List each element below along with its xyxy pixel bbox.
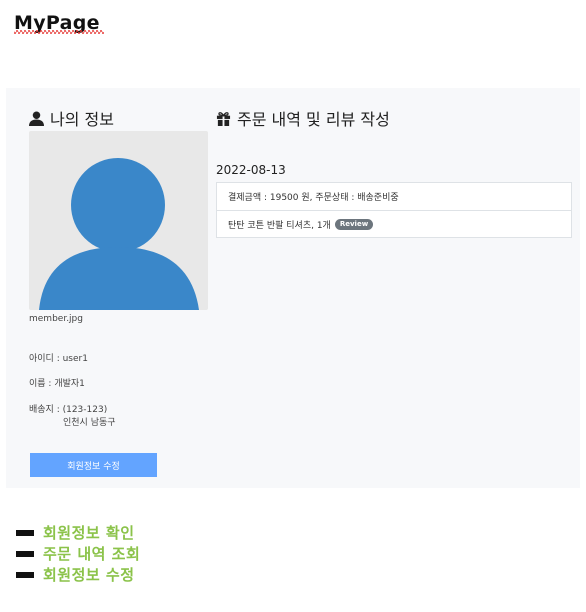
mypage-menu: 회원정보 확인 주문 내역 조회 회원정보 수정 [16,522,140,585]
shipping-address-detail: 인천시 남동구 [63,418,116,428]
shipping-address: 배송지 : (123-123) [29,405,108,415]
gift-icon [216,111,231,126]
menu-item-profile-view[interactable]: 회원정보 확인 [16,522,140,543]
menu-item-profile-edit[interactable]: 회원정보 수정 [16,564,140,585]
edit-profile-button[interactable]: 회원정보 수정 [30,453,157,477]
menu-item-label: 회원정보 수정 [43,566,135,584]
order-summary: 결제금액 : 19500 원, 주문상태 : 배송준비중 [217,183,571,210]
spellcheck-underline [14,30,104,34]
bullet-bar-icon [16,529,34,536]
menu-item-label: 주문 내역 조회 [43,545,141,563]
profile-section-title: 나의 정보 [50,110,114,129]
orders-section-header: 주문 내역 및 리뷰 작성 [216,106,390,130]
order-item-text: 탄탄 코튼 반팔 티셔츠, 1개 [228,220,331,231]
order-item: 탄탄 코튼 반팔 티셔츠, 1개 Review [217,210,571,237]
order-list: 결제금액 : 19500 원, 주문상태 : 배송준비중 탄탄 코튼 반팔 티셔… [216,182,572,238]
order-date: 2022-08-13 [216,163,286,177]
profile-photo [29,131,208,310]
menu-item-label: 회원정보 확인 [43,524,135,542]
bullet-bar-icon [16,571,34,578]
user-id: 아이디 : user1 [29,354,88,364]
menu-item-order-history[interactable]: 주문 내역 조회 [16,543,140,564]
order-summary-text: 결제금액 : 19500 원, 주문상태 : 배송준비중 [228,193,399,203]
orders-section-title: 주문 내역 및 리뷰 작성 [237,110,390,129]
bullet-bar-icon [16,550,34,557]
review-badge[interactable]: Review [334,218,374,230]
user-icon [29,110,44,126]
user-name: 이름 : 개발자1 [29,379,85,389]
profile-section-header: 나의 정보 [29,106,114,130]
photo-caption: member.jpg [29,314,83,324]
